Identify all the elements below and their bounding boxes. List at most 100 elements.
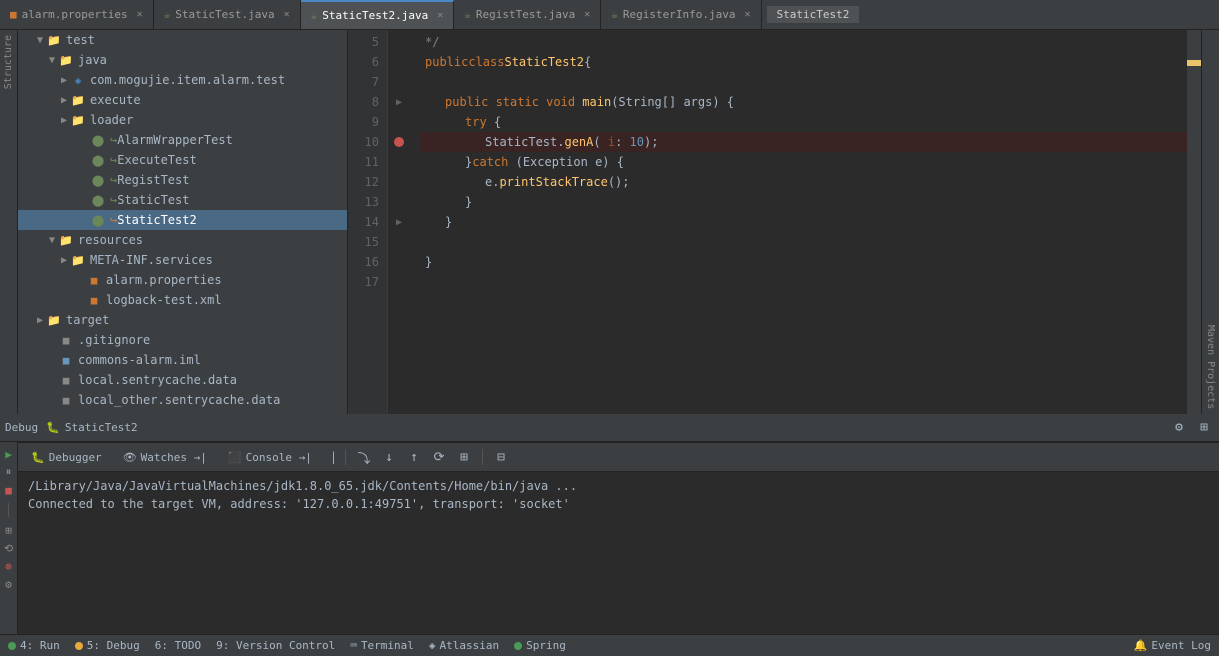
sidebar-item-logback[interactable]: ■ logback-test.xml: [18, 290, 347, 310]
right-gutter: [1187, 30, 1201, 414]
tab-alarm-properties[interactable]: ■ alarm.properties ✕: [0, 0, 154, 29]
arrow-icon: ▶: [58, 255, 70, 266]
step-out-btn[interactable]: ↑: [404, 447, 424, 467]
tab-watches[interactable]: 👁 Watches →|: [115, 449, 215, 466]
sidebar-label: logback-test.xml: [106, 293, 222, 307]
sidebar-item-alarm-prop[interactable]: ■ alarm.properties: [18, 270, 347, 290]
tab-label: RegisterInfo.java: [623, 8, 736, 21]
stop-icon[interactable]: ■: [2, 483, 16, 497]
tab-label: Watches →|: [141, 451, 207, 464]
xml-icon: ■: [86, 292, 102, 308]
prop-icon: ■: [10, 8, 17, 21]
sidebar-item-package[interactable]: ▶ ◈ com.mogujie.item.alarm.test: [18, 70, 347, 90]
pause-icon[interactable]: ⏸: [2, 465, 16, 479]
sidebar-item-java[interactable]: ▼ 📁 java: [18, 50, 347, 70]
class-icon: ⬤: [90, 172, 106, 188]
sidebar-item-execute-test[interactable]: ⬤ ↪ ExecuteTest: [18, 150, 347, 170]
status-label: Event Log: [1151, 639, 1211, 652]
tab-console[interactable]: ⬛ Console →|: [220, 449, 320, 466]
watches-icon: 👁: [123, 451, 137, 464]
layout-button[interactable]: ⊞: [1194, 418, 1214, 438]
sidebar-item-loader[interactable]: ▶ 📁 loader: [18, 110, 347, 130]
view-icon[interactable]: ⊞: [2, 523, 16, 537]
code-editor[interactable]: */ public class StaticTest2 { public sta…: [410, 30, 1187, 414]
editor-area: 5 6 7 8 9 10 11 12 13 14 15 16 17 ▶: [348, 30, 1201, 414]
sidebar-label: com.mogujie.item.alarm.test: [90, 73, 285, 87]
class-icon: ⬤: [90, 152, 106, 168]
sidebar-label: target: [66, 313, 109, 327]
structure-label[interactable]: Structure: [3, 30, 14, 94]
status-right: 🔔 Event Log: [1134, 639, 1211, 652]
separator: [8, 503, 9, 517]
status-version-control[interactable]: 9: Version Control: [216, 639, 335, 652]
status-debug[interactable]: 5: Debug: [75, 639, 140, 652]
sidebar-item-gitignore[interactable]: ■ .gitignore: [18, 330, 347, 350]
class-icon: ⬤: [90, 192, 106, 208]
code-line-16: }: [420, 252, 1187, 272]
close-icon[interactable]: ✕: [284, 9, 290, 20]
code-line-7: [420, 72, 1187, 92]
status-todo[interactable]: 6: TODO: [155, 639, 201, 652]
status-label: Spring: [526, 639, 566, 652]
cursor-indicator: |: [330, 450, 337, 464]
status-terminal[interactable]: ⌨ Terminal: [350, 639, 414, 652]
status-spring[interactable]: Spring: [514, 639, 566, 652]
run-to-cursor-btn[interactable]: ⟳: [429, 447, 449, 467]
close-icon[interactable]: ✕: [437, 10, 443, 21]
sidebar-item-static-test[interactable]: ⬤ ↪ StaticTest: [18, 190, 347, 210]
restore-icon[interactable]: ⟲: [2, 541, 16, 555]
evaluate-btn[interactable]: ⊞: [454, 447, 474, 467]
close-icon[interactable]: ✕: [584, 9, 590, 20]
sidebar-item-local-other-sentry[interactable]: ■ local_other.sentrycache.data: [18, 390, 347, 410]
debug-left-panel: ▶ ⏸ ■ ⊞ ⟲ ⊗ ⚙: [0, 442, 18, 634]
tab-debugger[interactable]: 🐛 Debugger: [23, 449, 110, 466]
editor-content[interactable]: 5 6 7 8 9 10 11 12 13 14 15 16 17 ▶: [348, 30, 1201, 414]
sidebar-label: RegistTest: [117, 173, 189, 187]
event-icon: 🔔: [1134, 639, 1148, 652]
maven-label[interactable]: Maven Projects: [1205, 320, 1216, 414]
sidebar-label: ↪: [110, 213, 117, 227]
settings-button[interactable]: ⚙: [1169, 418, 1189, 438]
status-event-log[interactable]: 🔔 Event Log: [1134, 639, 1211, 652]
close-icon[interactable]: ✕: [137, 9, 143, 20]
tab-label: RegistTest.java: [476, 8, 575, 21]
tab-register-info[interactable]: ☕ RegisterInfo.java ✕: [601, 0, 761, 29]
code-line-9: try {: [420, 112, 1187, 132]
status-label: 9: Version Control: [216, 639, 335, 652]
console-output[interactable]: /Library/Java/JavaVirtualMachines/jdk1.8…: [18, 472, 1219, 634]
sidebar-label: .gitignore: [78, 333, 150, 347]
status-run[interactable]: 4: Run: [8, 639, 60, 652]
sidebar-item-alarm-wrapper-test[interactable]: ⬤ ↪ AlarmWrapperTest: [18, 130, 347, 150]
step-over-btn[interactable]: ⤵: [354, 447, 374, 467]
step-into-btn[interactable]: ↓: [379, 447, 399, 467]
close-debug-icon[interactable]: ⊗: [2, 559, 16, 573]
run-icon[interactable]: ▶: [2, 447, 16, 461]
settings-icon[interactable]: ⚙: [2, 577, 16, 591]
sidebar-item-iml[interactable]: ■ commons-alarm.iml: [18, 350, 347, 370]
sidebar-item-static-test2[interactable]: ⬤ ↪ StaticTest2: [18, 210, 347, 230]
sidebar-item-execute[interactable]: ▶ 📁 execute: [18, 90, 347, 110]
package-icon: ◈: [70, 72, 86, 88]
tab-static-test2[interactable]: ☕ StaticTest2.java ✕: [301, 0, 455, 29]
sidebar-item-metainf[interactable]: ▶ 📁 META-INF.services: [18, 250, 347, 270]
sidebar-item-test[interactable]: ▼ 📁 test: [18, 30, 347, 50]
folder-icon: 📁: [70, 112, 86, 128]
close-icon[interactable]: ✕: [744, 9, 750, 20]
sidebar-item-target[interactable]: ▶ 📁 target: [18, 310, 347, 330]
code-line-14: }: [420, 212, 1187, 232]
arrow-icon: ▼: [34, 35, 46, 46]
sidebar-item-local-sentry[interactable]: ■ local.sentrycache.data: [18, 370, 347, 390]
sidebar-item-resources[interactable]: ▼ 📁 resources: [18, 230, 347, 250]
tab-label: StaticTest.java: [175, 8, 274, 21]
tab-static-test[interactable]: ☕ StaticTest.java ✕: [154, 0, 301, 29]
status-atlassian[interactable]: ◈ Atlassian: [429, 639, 499, 652]
gutter: ▶ ▶: [388, 30, 410, 414]
restore-view-btn[interactable]: ⊟: [491, 447, 511, 467]
status-label: 6: TODO: [155, 639, 201, 652]
sidebar-item-regist-test[interactable]: ⬤ ↪ RegistTest: [18, 170, 347, 190]
breakpoint-dot[interactable]: [394, 137, 404, 147]
java-icon: ☕: [311, 9, 318, 22]
code-line-13: }: [420, 192, 1187, 212]
tab-regist-test[interactable]: ☕ RegistTest.java ✕: [454, 0, 601, 29]
folder-icon: 📁: [58, 232, 74, 248]
